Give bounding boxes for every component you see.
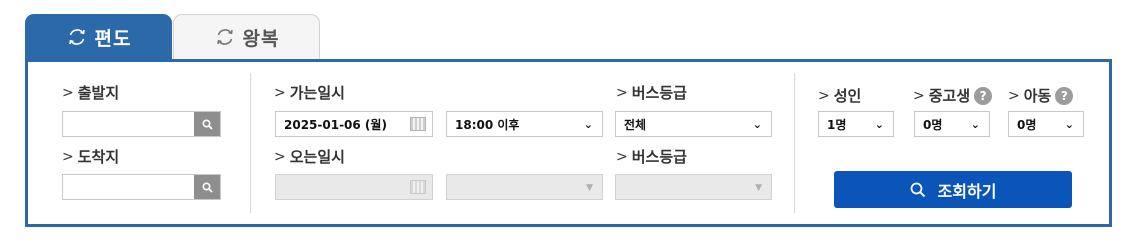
tab-one-way[interactable]: 편도 <box>25 14 172 60</box>
divider <box>250 73 251 213</box>
chevron-right-icon: > <box>274 148 286 165</box>
chevron-down-icon: ⌄ <box>752 118 762 131</box>
tab-one-way-label: 편도 <box>94 27 132 50</box>
child-count-select[interactable]: 0명 ⌄ <box>1008 111 1084 137</box>
chevron-right-icon: > <box>62 84 74 101</box>
youth-label: > 중고생 ? <box>913 85 993 106</box>
tab-round-trip[interactable]: 왕복 <box>173 14 320 59</box>
refresh-icon <box>66 26 88 48</box>
chevron-right-icon: > <box>274 84 286 101</box>
departure-label: > 출발지 <box>62 84 120 102</box>
chevron-right-icon: > <box>818 87 830 104</box>
youth-count-select[interactable]: 0명 ⌄ <box>914 111 990 137</box>
departure-input[interactable] <box>62 111 221 137</box>
chevron-right-icon: > <box>616 84 628 101</box>
chevron-right-icon: > <box>913 87 925 104</box>
refresh-icon <box>214 26 236 48</box>
search-icon <box>201 118 213 130</box>
adult-label: > 성인 <box>818 87 862 105</box>
bus-class-go-select[interactable]: 전체 ⌄ <box>615 111 772 137</box>
divider <box>794 73 795 213</box>
bus-class-return-label: > 버스등급 <box>616 148 687 166</box>
chevron-down-icon: ⌄ <box>1064 118 1074 131</box>
return-time-select: ▼ <box>446 174 603 200</box>
calendar-icon <box>410 180 426 194</box>
return-date-input <box>275 174 433 200</box>
go-date-label: > 가는일시 <box>274 84 345 102</box>
return-date-label: > 오는일시 <box>274 148 345 166</box>
search-icon <box>910 182 925 197</box>
arrival-label: > 도착지 <box>62 148 120 166</box>
tab-round-trip-label: 왕복 <box>242 27 280 50</box>
help-icon[interactable]: ? <box>1055 86 1074 105</box>
chevron-right-icon: > <box>62 148 74 165</box>
chevron-right-icon: > <box>616 148 628 165</box>
go-date-input[interactable]: 2025-01-06 (월) <box>275 111 433 137</box>
child-label: > 아동 ? <box>1008 85 1074 106</box>
chevron-right-icon: > <box>1008 87 1020 104</box>
chevron-down-icon: ▼ <box>755 183 762 193</box>
search-icon <box>201 181 213 193</box>
arrival-search-button[interactable] <box>194 175 220 199</box>
bus-class-go-label: > 버스등급 <box>616 84 687 102</box>
search-button[interactable]: 조회하기 <box>834 171 1072 208</box>
arrival-input[interactable] <box>62 174 221 200</box>
calendar-icon[interactable] <box>410 117 426 131</box>
search-button-label: 조회하기 <box>937 181 997 201</box>
chevron-down-icon: ▼ <box>586 183 593 193</box>
chevron-down-icon: ⌄ <box>583 118 593 131</box>
departure-search-button[interactable] <box>194 112 220 136</box>
chevron-down-icon: ⌄ <box>874 118 884 131</box>
go-time-select[interactable]: 18:00 이후 ⌄ <box>446 111 603 137</box>
bus-class-return-select: ▼ <box>615 174 772 200</box>
adult-count-select[interactable]: 1명 ⌄ <box>818 111 894 137</box>
help-icon[interactable]: ? <box>974 86 993 105</box>
chevron-down-icon: ⌄ <box>970 118 980 131</box>
